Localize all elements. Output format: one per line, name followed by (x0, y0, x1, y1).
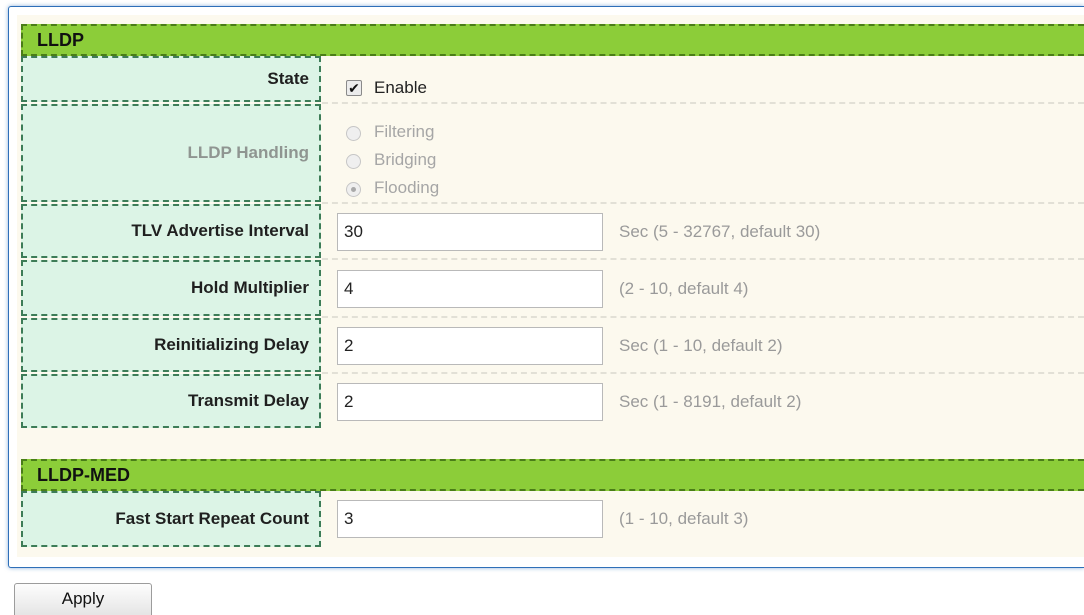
transmit-delay-hint: Sec (1 - 8191, default 2) (619, 392, 802, 411)
reinit-delay-label: Reinitializing Delay (21, 318, 321, 372)
lldp-handling-label: LLDP Handling (21, 104, 321, 202)
tlv-interval-label: TLV Advertise Interval (21, 204, 321, 258)
lldp-med-section-header: LLDP-MED (21, 459, 1084, 491)
state-enable-checkbox[interactable]: ✔ (346, 80, 362, 96)
hold-multiplier-label: Hold Multiplier (21, 260, 321, 316)
tlv-interval-hint: Sec (5 - 32767, default 30) (619, 222, 821, 241)
state-enable-label[interactable]: Enable (374, 78, 427, 98)
row-divider (322, 316, 1084, 318)
reinit-delay-input[interactable] (337, 327, 603, 365)
handling-bridging-label[interactable]: Bridging (374, 150, 436, 170)
handling-flooding-radio[interactable] (346, 182, 361, 197)
handling-filtering-radio[interactable] (346, 126, 361, 141)
handling-flooding-label[interactable]: Flooding (374, 178, 439, 198)
row-divider (322, 202, 1084, 204)
fast-start-input[interactable] (337, 500, 603, 538)
row-divider (322, 258, 1084, 260)
lldp-section-header: LLDP (21, 24, 1084, 56)
fast-start-hint: (1 - 10, default 3) (619, 509, 749, 528)
apply-button[interactable]: Apply (14, 583, 152, 615)
reinit-delay-hint: Sec (1 - 10, default 2) (619, 336, 783, 355)
hold-multiplier-input[interactable] (337, 270, 603, 308)
transmit-delay-input[interactable] (337, 383, 603, 421)
row-divider (322, 102, 1084, 104)
hold-multiplier-hint: (2 - 10, default 4) (619, 279, 749, 298)
panel-body: LLDP State ✔ Enable LLDP Handling Filter… (17, 15, 1084, 557)
handling-bridging-radio[interactable] (346, 154, 361, 169)
state-label: State (21, 56, 321, 102)
fast-start-label: Fast Start Repeat Count (21, 491, 321, 547)
transmit-delay-label: Transmit Delay (21, 374, 321, 428)
check-icon: ✔ (348, 80, 360, 96)
radio-selected-dot (351, 187, 356, 192)
lldp-settings-panel: LLDP State ✔ Enable LLDP Handling Filter… (8, 6, 1084, 568)
handling-filtering-label[interactable]: Filtering (374, 122, 434, 142)
row-divider (322, 372, 1084, 374)
tlv-interval-input[interactable] (337, 213, 603, 251)
